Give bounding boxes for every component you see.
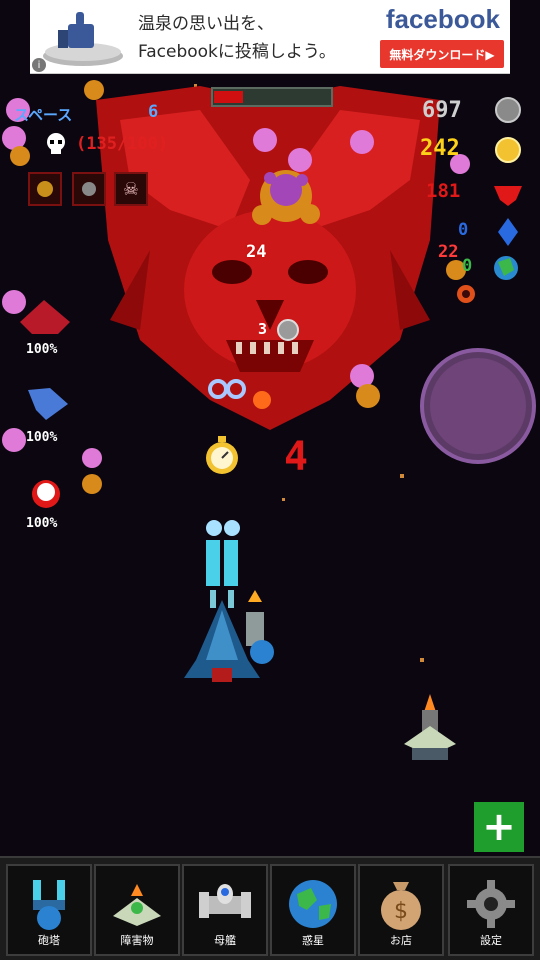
turret-icon — [33, 880, 65, 930]
mine-icon — [82, 182, 96, 196]
tab-label: お店 — [390, 934, 412, 947]
bomb-icon — [37, 181, 53, 197]
tab-label: 障害物 — [120, 934, 154, 947]
ad-info-icon[interactable]: i — [32, 58, 46, 72]
tab-turret[interactable]: 砲塔 — [6, 864, 92, 956]
ad-line-1: 温泉の思い出を、 — [138, 14, 274, 34]
planet-icon — [289, 880, 337, 928]
silver-count: 697 — [422, 98, 462, 123]
combo-counter: 4 — [284, 434, 309, 480]
thumbs-up-icon — [43, 12, 123, 66]
svg-text:$: $ — [394, 899, 408, 924]
sapphire-count: 0 — [458, 220, 469, 240]
ad-line-2: Facebookに投稿しよう。 — [138, 42, 336, 62]
add-button[interactable]: + — [474, 802, 524, 852]
ad-text: 温泉の思い出を、 Facebookに投稿しよう。 — [138, 10, 398, 66]
space-label: スペース — [14, 106, 73, 124]
ad-banner[interactable]: 温泉の思い出を、 Facebookに投稿しよう。 facebook 無料ダウンロ… — [30, 0, 510, 74]
skull-icon — [47, 133, 65, 154]
gold-count: 242 — [420, 136, 460, 161]
ally-health: 100% — [26, 342, 58, 357]
ruby-count: 181 — [426, 180, 461, 202]
tab-label: 惑星 — [302, 934, 324, 947]
gear-icon — [467, 880, 515, 928]
obstacle-icon — [113, 884, 161, 926]
space-value: 6 — [148, 102, 159, 122]
tab-settings[interactable]: 設定 — [448, 864, 534, 956]
mothership-icon — [199, 884, 251, 918]
upgrade-slot-3[interactable]: ☠ — [114, 172, 148, 206]
damage-number: 22 — [438, 242, 459, 262]
ad-download-button[interactable]: 無料ダウンロード▶ — [380, 40, 504, 68]
planet-count: 0 — [462, 256, 473, 276]
tab-obstacle[interactable]: 障害物 — [94, 864, 180, 956]
tab-label: 砲塔 — [38, 934, 60, 947]
tab-planet[interactable]: 惑星 — [270, 864, 356, 956]
ally-ship — [404, 694, 456, 760]
game-field[interactable]: スペース 6 (135/100) ☠ 697 242 181 0 0 24 22… — [0, 76, 540, 854]
tab-mothership[interactable]: 母艦 — [182, 864, 268, 956]
skull-crossbones-icon: ☠ — [122, 178, 140, 200]
tab-label: 母艦 — [214, 934, 236, 947]
shop-bag-icon: $ — [381, 882, 421, 930]
ally-health: 100% — [26, 430, 58, 445]
skull-unit — [32, 480, 60, 508]
ally-health: 100% — [26, 516, 58, 531]
stopwatch-icon — [206, 436, 238, 474]
upgrade-slot-1[interactable] — [28, 172, 62, 206]
facebook-logo: facebook — [385, 4, 500, 34]
kill-counter: (135/100) — [76, 134, 169, 154]
bottom-tab-bar: 砲塔 障害物 母艦 惑星 $ お店 設定 — [0, 856, 540, 960]
coin-drop-value: 3 — [258, 320, 268, 338]
tab-shop[interactable]: $ お店 — [358, 864, 444, 956]
damage-number: 24 — [246, 242, 267, 262]
tab-label: 設定 — [480, 934, 502, 947]
upgrade-slot-2[interactable] — [72, 172, 106, 206]
player-ship — [184, 520, 274, 682]
